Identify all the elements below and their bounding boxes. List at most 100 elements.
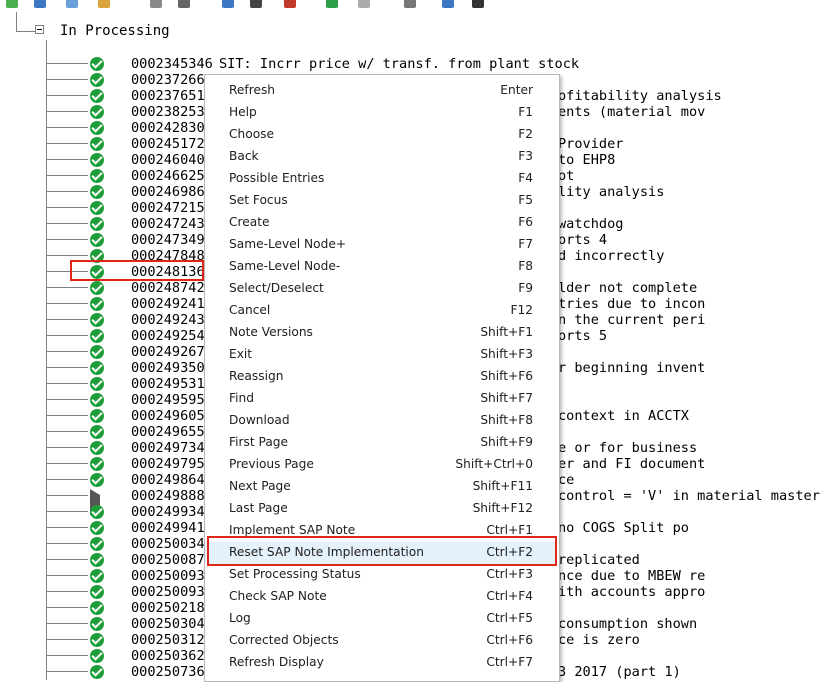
note-number[interactable]: 000249795 [131, 456, 205, 472]
menu-item[interactable]: Note Versions Shift+F1 [205, 322, 557, 344]
menu-item-shortcut: Shift+Ctrl+0 [455, 457, 533, 471]
note-number[interactable]: 000250093 [131, 584, 205, 600]
menu-item[interactable]: Refresh Display Ctrl+F7 [205, 652, 557, 674]
menu-item[interactable]: Corrected Objects Ctrl+F6 [205, 630, 557, 652]
toolbar-icon[interactable] [98, 0, 110, 8]
tree-line [46, 431, 88, 432]
menu-item[interactable]: Set Focus F5 [205, 190, 557, 212]
check-icon [90, 313, 104, 327]
note-number[interactable]: 000247349 [131, 232, 205, 248]
note-number[interactable]: 000250087 [131, 552, 205, 568]
menu-item-label: Back [229, 149, 259, 163]
toolbar-icon[interactable] [404, 0, 416, 8]
menu-item[interactable]: Same-Level Node+ F7 [205, 234, 557, 256]
toolbar-icon[interactable] [250, 0, 262, 8]
toolbar-icon[interactable] [178, 0, 190, 8]
menu-item[interactable]: Reassign Shift+F6 [205, 366, 557, 388]
note-number[interactable]: 000249254 [131, 328, 205, 344]
tree-line [46, 671, 88, 672]
menu-item[interactable]: Next Page Shift+F11 [205, 476, 557, 498]
toolbar-icon[interactable] [358, 0, 370, 8]
menu-item[interactable]: Select/Deselect F9 [205, 278, 557, 300]
note-number[interactable]: 000247243 [131, 216, 205, 232]
menu-item[interactable]: Check SAP Note Ctrl+F4 [205, 586, 557, 608]
note-number[interactable]: 000246986 [131, 184, 205, 200]
note-number[interactable]: 0002345346 [131, 56, 213, 72]
menu-item[interactable]: Find Shift+F7 [205, 388, 557, 410]
menu-item-highlight [207, 536, 557, 566]
menu-item[interactable]: Same-Level Node- F8 [205, 256, 557, 278]
note-description: ce is zero [558, 632, 640, 648]
toolbar-icon[interactable] [150, 0, 162, 8]
note-number[interactable]: 000249595 [131, 392, 205, 408]
note-number[interactable]: 000250362 [131, 648, 205, 664]
tree-line [46, 239, 88, 240]
menu-item[interactable]: Back F3 [205, 146, 557, 168]
tree-root-label[interactable]: In Processing [60, 23, 170, 39]
note-number[interactable]: 000245172 [131, 136, 205, 152]
note-number[interactable]: 000250093 [131, 568, 205, 584]
note-number[interactable]: 000250304 [131, 616, 205, 632]
toolbar-icon[interactable] [222, 0, 234, 8]
note-number[interactable]: 000250218 [131, 600, 205, 616]
note-number[interactable]: 000249605 [131, 408, 205, 424]
check-icon [90, 393, 104, 407]
menu-item[interactable]: Log Ctrl+F5 [205, 608, 557, 630]
toolbar-icon[interactable] [472, 0, 484, 8]
check-icon[interactable] [6, 0, 18, 8]
note-number[interactable]: 000237266 [131, 72, 205, 88]
menu-item[interactable]: Previous Page Shift+Ctrl+0 [205, 454, 557, 476]
toolbar-icon[interactable] [66, 0, 78, 8]
menu-item[interactable]: Create F6 [205, 212, 557, 234]
note-number[interactable]: 000249934 [131, 504, 205, 520]
note-number[interactable]: 000249267 [131, 344, 205, 360]
note-number[interactable]: 000249941 [131, 520, 205, 536]
menu-item-shortcut: Ctrl+F1 [486, 523, 533, 537]
tree-line [46, 463, 88, 464]
note-number[interactable]: 000242830 [131, 120, 205, 136]
collapse-toggle-icon[interactable] [35, 25, 44, 34]
note-number[interactable]: 000249350 [131, 360, 205, 376]
menu-item[interactable]: Choose F2 [205, 124, 557, 146]
note-number[interactable]: 000249241 [131, 296, 205, 312]
note-number[interactable]: 000249243 [131, 312, 205, 328]
tree-row[interactable]: 0002345346 SIT: Incrr price w/ transf. fr… [0, 56, 830, 72]
check-icon [90, 137, 104, 151]
note-number[interactable]: 000249531 [131, 376, 205, 392]
toolbar-icon[interactable] [326, 0, 338, 8]
note-number[interactable]: 000246625 [131, 168, 205, 184]
menu-item[interactable]: First Page Shift+F9 [205, 432, 557, 454]
check-icon [90, 457, 104, 471]
note-number[interactable]: 000249864 [131, 472, 205, 488]
toolbar-icon[interactable] [284, 0, 296, 8]
check-icon [90, 329, 104, 343]
tree-line [46, 255, 88, 256]
menu-item[interactable]: Last Page Shift+F12 [205, 498, 557, 520]
toolbar-icon[interactable] [34, 0, 46, 8]
menu-item-shortcut: Shift+F9 [480, 435, 533, 449]
help-icon[interactable] [442, 0, 454, 8]
menu-item[interactable]: Help F1 [205, 102, 557, 124]
note-number[interactable]: 000250034 [131, 536, 205, 552]
note-number[interactable]: 000249888 [131, 488, 205, 504]
menu-item[interactable]: Exit Shift+F3 [205, 344, 557, 366]
note-number[interactable]: 000237651 [131, 88, 205, 104]
note-number[interactable]: 000250312 [131, 632, 205, 648]
note-number[interactable]: 000249734 [131, 440, 205, 456]
menu-item[interactable]: Set Processing Status Ctrl+F3 [205, 564, 557, 586]
note-number[interactable]: 000246040 [131, 152, 205, 168]
menu-item[interactable]: Refresh Enter [205, 80, 557, 102]
menu-item-shortcut: Shift+F7 [480, 391, 533, 405]
note-number[interactable]: 000249655 [131, 424, 205, 440]
menu-item-shortcut: Shift+F6 [480, 369, 533, 383]
context-menu: Refresh Enter Help F1 Choose F2 Back F3 Possible… [204, 74, 560, 682]
note-number[interactable]: 000248742 [131, 280, 205, 296]
menu-item-label: Set Focus [229, 193, 288, 207]
note-number[interactable]: 000250736 [131, 664, 205, 680]
note-number[interactable]: 000247215 [131, 200, 205, 216]
menu-item[interactable]: Cancel F12 [205, 300, 557, 322]
note-number[interactable]: 000238253 [131, 104, 205, 120]
menu-item[interactable]: Possible Entries F4 [205, 168, 557, 190]
note-description: 3 2017 (part 1) [558, 664, 681, 680]
menu-item[interactable]: Download Shift+F8 [205, 410, 557, 432]
